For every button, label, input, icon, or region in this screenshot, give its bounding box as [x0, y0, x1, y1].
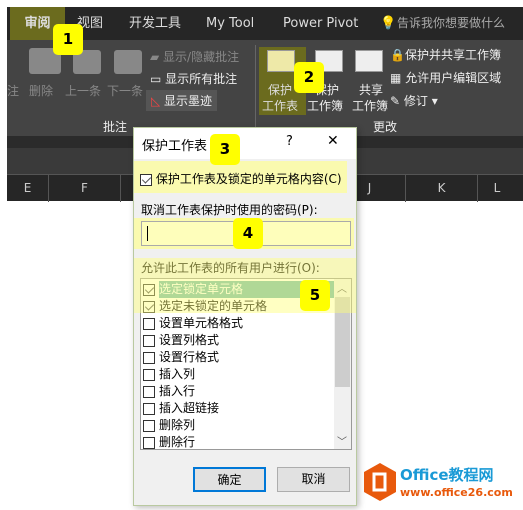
protect-sheet-dialog: 保护工作表 ? ✕ 保护工作表及锁定的单元格内容(C) 取消工作表保护时使用的密… — [133, 127, 357, 506]
scrollbar-thumb[interactable] — [335, 297, 350, 387]
track-changes-label: 修订 — [403, 94, 428, 108]
permission-label: 选定未锁定的单元格 — [159, 299, 268, 313]
allow-label: 允许此工作表的所有用户进行(O): — [141, 261, 320, 275]
callout-badge-5: 5 — [300, 280, 330, 311]
comment-icon: ▰ — [150, 50, 164, 64]
edit-ranges-icon: ▦ — [390, 71, 406, 85]
delete-comment-button[interactable]: 删除 — [29, 82, 53, 99]
checkbox-icon[interactable] — [143, 436, 155, 449]
protect-share-button[interactable]: 🔒保护并共享工作簿 — [390, 46, 501, 63]
permission-item[interactable]: 插入超链接 — [143, 400, 219, 417]
checkbox-icon[interactable] — [143, 300, 155, 313]
ink-icon: ◺ — [151, 94, 165, 108]
scrollbar[interactable]: ︿ ﹀ — [334, 279, 351, 449]
permission-item[interactable]: 插入行 — [143, 383, 195, 400]
lightbulb-icon: 💡 — [380, 16, 397, 31]
checkbox-icon[interactable] — [143, 334, 155, 347]
office-logo — [362, 462, 398, 502]
tab-developer[interactable]: 开发工具 — [129, 7, 181, 40]
previous-comment-button[interactable]: 上一条 — [65, 82, 101, 99]
share-icon — [355, 50, 383, 72]
protect-workbook-label-2: 工作簿 — [307, 99, 344, 113]
share-workbook-button[interactable]: 共享 工作簿 — [349, 47, 391, 115]
sheet-lock-icon — [267, 50, 295, 72]
tell-me-search[interactable]: 告诉我你想要做什么 — [397, 7, 505, 40]
allow-edit-label: 允许用户编辑区域 — [405, 71, 502, 85]
tab-my-tool[interactable]: My Tool — [206, 7, 254, 40]
permission-item[interactable]: 删除列 — [143, 417, 195, 434]
permission-label: 插入列 — [159, 367, 196, 381]
protect-sheet-label-2: 工作表 — [262, 99, 299, 113]
help-button[interactable]: ? — [286, 134, 293, 149]
dialog-title: 保护工作表 — [142, 139, 208, 154]
checkbox-icon[interactable] — [143, 368, 155, 381]
allow-edit-ranges-button[interactable]: ▦ 允许用户编辑区域 — [390, 69, 501, 86]
permission-label: 设置列格式 — [159, 333, 220, 347]
share-workbook-label-1: 共享 — [359, 83, 384, 97]
permission-label: 插入行 — [159, 384, 196, 398]
permission-item[interactable]: 选定未锁定的单元格 — [143, 298, 267, 315]
track-changes-icon: ✎ — [390, 94, 404, 108]
callout-badge-4: 4 — [233, 218, 263, 249]
protect-contents-label: 保护工作表及锁定的单元格内容(C) — [155, 172, 342, 186]
track-changes-button[interactable]: ✎ 修订 ▾ — [390, 92, 438, 109]
group-divider — [255, 45, 256, 131]
scroll-up-icon[interactable]: ︿ — [337, 280, 347, 295]
permission-label: 删除列 — [159, 418, 196, 432]
next-comment-button[interactable]: 下一条 — [107, 82, 143, 99]
show-all-label: 显示所有批注 — [165, 72, 238, 86]
protect-contents-checkbox[interactable]: 保护工作表及锁定的单元格内容(C) — [140, 170, 342, 187]
column-header-e[interactable]: E — [7, 175, 49, 202]
checkbox-icon[interactable] — [143, 283, 155, 296]
callout-badge-1: 1 — [53, 24, 83, 55]
permission-item[interactable]: 设置行格式 — [143, 349, 219, 366]
checkbox-icon[interactable] — [143, 385, 155, 398]
permission-label: 删除行 — [159, 435, 196, 449]
share-workbook-label-2: 工作簿 — [352, 99, 389, 113]
checkbox-icon[interactable] — [143, 351, 155, 364]
comments-icon: ▭ — [150, 72, 166, 86]
checkbox-icon[interactable] — [143, 402, 155, 415]
next-comment-icon — [114, 50, 142, 74]
show-all-comments-button[interactable]: ▭ 显示所有批注 — [150, 70, 237, 87]
permission-item[interactable]: 插入列 — [143, 366, 195, 383]
permission-item[interactable]: 删除行 — [143, 434, 196, 449]
checkbox-icon[interactable] — [143, 317, 155, 330]
permission-item[interactable]: 设置单元格格式 — [143, 315, 243, 332]
column-header-k[interactable]: K — [406, 175, 478, 202]
permission-label: 设置单元格格式 — [159, 316, 244, 330]
checkbox-icon — [140, 173, 152, 186]
ribbon: 注 删除 上一条 下一条 ▰ 显示/隐藏批注 ▭ 显示所有批注 ◺ 显示墨迹 批… — [7, 40, 523, 136]
permission-label: 插入超链接 — [159, 401, 220, 415]
checkbox-icon[interactable] — [143, 419, 155, 432]
protect-sheet-label-1: 保护 — [268, 83, 293, 97]
lock-share-icon: 🔒 — [390, 48, 405, 62]
callout-badge-3: 3 — [210, 134, 240, 165]
text-cursor — [147, 226, 148, 241]
watermark-url: www.office26.com — [400, 486, 513, 499]
permission-label: 设置行格式 — [159, 350, 220, 364]
permission-item[interactable]: 设置列格式 — [143, 332, 219, 349]
changes-group-label: 更改 — [373, 120, 398, 134]
ribbon-tab-bar: 审阅 视图 开发工具 My Tool Power Pivot 💡 告诉我你想要做… — [7, 7, 523, 40]
callout-badge-2: 2 — [294, 62, 324, 93]
dialog-title-bar: 保护工作表 ? ✕ — [134, 128, 356, 159]
dropdown-arrow-icon: ▾ — [427, 94, 438, 108]
protect-share-label: 保护并共享工作簿 — [404, 48, 501, 62]
scroll-down-icon[interactable]: ﹀ — [337, 433, 347, 448]
show-hide-comment-button[interactable]: ▰ 显示/隐藏批注 — [150, 48, 239, 65]
ok-button[interactable]: 确定 — [193, 467, 266, 492]
column-header-f[interactable]: F — [49, 175, 121, 202]
watermark-brand: Office教程网 — [400, 466, 494, 484]
password-label: 取消工作表保护时使用的密码(P): — [141, 203, 318, 217]
column-header-l[interactable]: L — [478, 175, 516, 202]
show-ink-label: 显示墨迹 — [164, 94, 213, 108]
tab-power-pivot[interactable]: Power Pivot — [283, 7, 358, 40]
comments-group-label: 批注 — [103, 120, 128, 134]
close-button[interactable]: ✕ — [327, 133, 339, 149]
show-hide-label: 显示/隐藏批注 — [163, 50, 240, 64]
show-ink-button[interactable]: ◺ 显示墨迹 — [146, 90, 218, 111]
comment-button[interactable]: 注 — [7, 82, 19, 99]
cancel-button[interactable]: 取消 — [277, 467, 350, 492]
